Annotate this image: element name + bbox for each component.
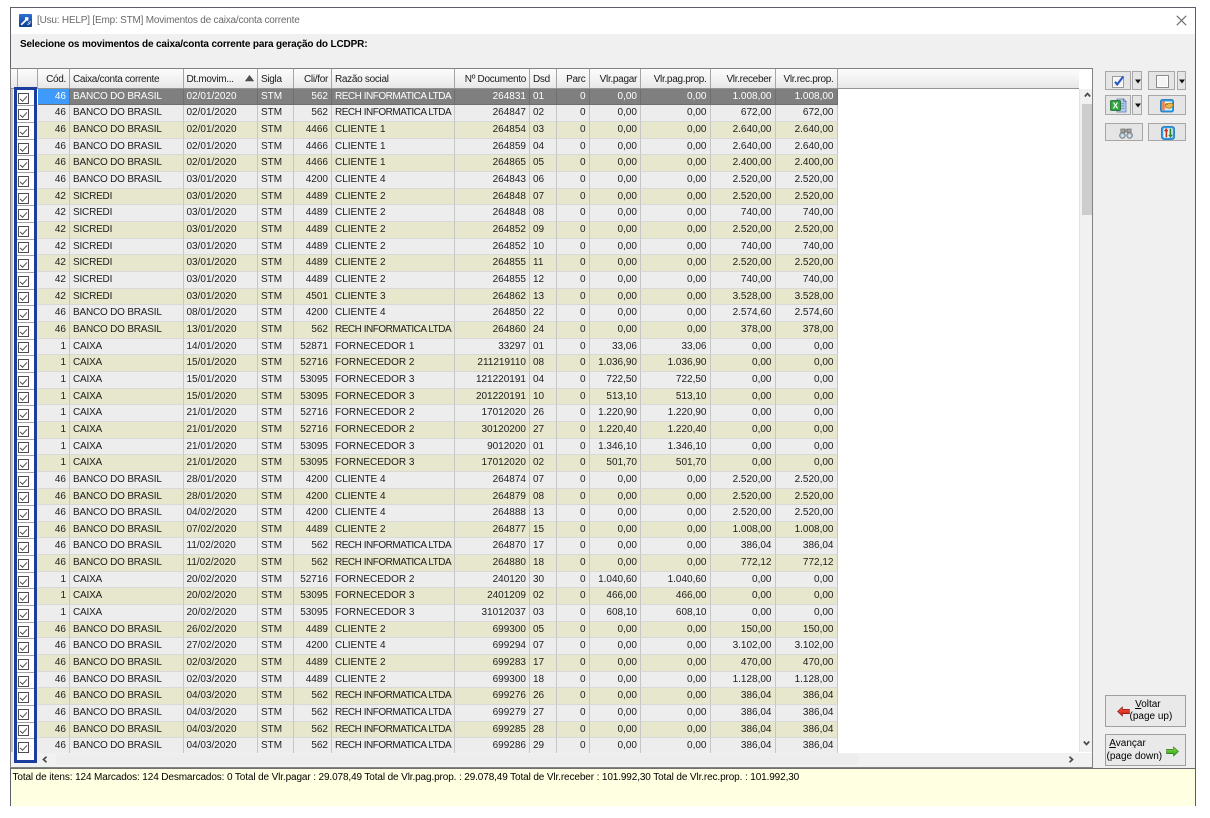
svg-text:X: X	[1112, 101, 1118, 110]
